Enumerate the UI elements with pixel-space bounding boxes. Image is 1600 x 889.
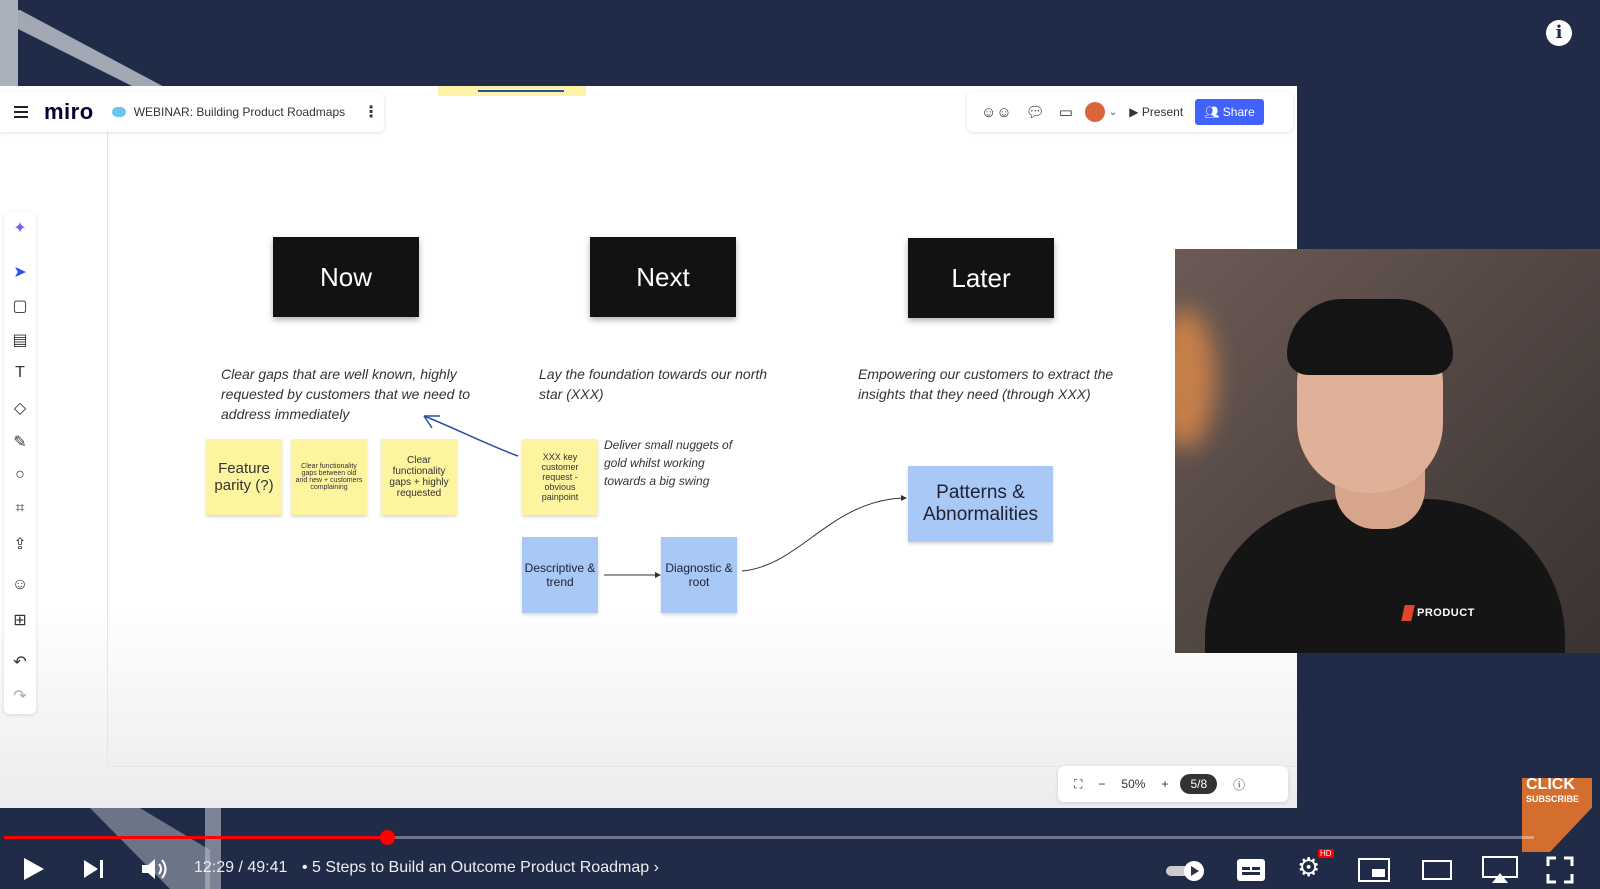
miniplayer-icon[interactable] xyxy=(1358,858,1390,882)
hd-badge: HD xyxy=(1318,849,1334,858)
webcam-overlay: PRODUCT xyxy=(1175,249,1600,653)
zoom-in-icon[interactable]: + xyxy=(1161,777,1168,791)
shirt-brand: PRODUCT xyxy=(1417,607,1475,619)
subscribe-bottom: SUBSCRIBE xyxy=(1526,794,1580,804)
zoom-level[interactable]: 50% xyxy=(1121,777,1145,791)
next-icon[interactable] xyxy=(82,858,106,880)
theater-icon[interactable] xyxy=(1422,860,1452,880)
chapter-label: • 5 Steps to Build an Outcome Product Ro… xyxy=(302,859,650,876)
chapter-title[interactable]: • 5 Steps to Build an Outcome Product Ro… xyxy=(302,859,659,877)
info-icon[interactable]: i xyxy=(1546,20,1572,46)
subscribe-top: CLICK xyxy=(1526,776,1575,793)
fullscreen-icon[interactable] xyxy=(1546,856,1574,884)
captions-icon[interactable] xyxy=(1236,858,1266,882)
progress-scrubber[interactable] xyxy=(379,830,395,845)
fit-icon[interactable]: ⛶ xyxy=(1074,777,1082,792)
autoplay-toggle[interactable] xyxy=(1164,860,1208,882)
volume-icon[interactable] xyxy=(140,856,170,882)
time-display: 12:29 / 49:41 xyxy=(194,859,288,876)
progress-played xyxy=(4,836,387,839)
page-indicator[interactable]: 5/8 xyxy=(1180,774,1218,794)
miro-board-screen: miro WEBINAR: Building Product Roadmaps … xyxy=(0,86,1297,808)
connectors xyxy=(423,415,907,578)
progress-bar[interactable] xyxy=(4,830,1534,845)
settings-icon[interactable]: ⚙ xyxy=(1297,852,1320,883)
zoom-controls: ⛶ − 50% + 5/8 ⓘ xyxy=(1058,766,1288,802)
play-icon[interactable] xyxy=(22,856,46,882)
help-icon[interactable]: ⓘ xyxy=(1233,776,1245,793)
airplay-icon[interactable] xyxy=(1482,856,1518,884)
zoom-out-icon[interactable]: − xyxy=(1098,777,1105,791)
subscribe-badge[interactable]: CLICK SUBSCRIBE xyxy=(1526,776,1590,816)
